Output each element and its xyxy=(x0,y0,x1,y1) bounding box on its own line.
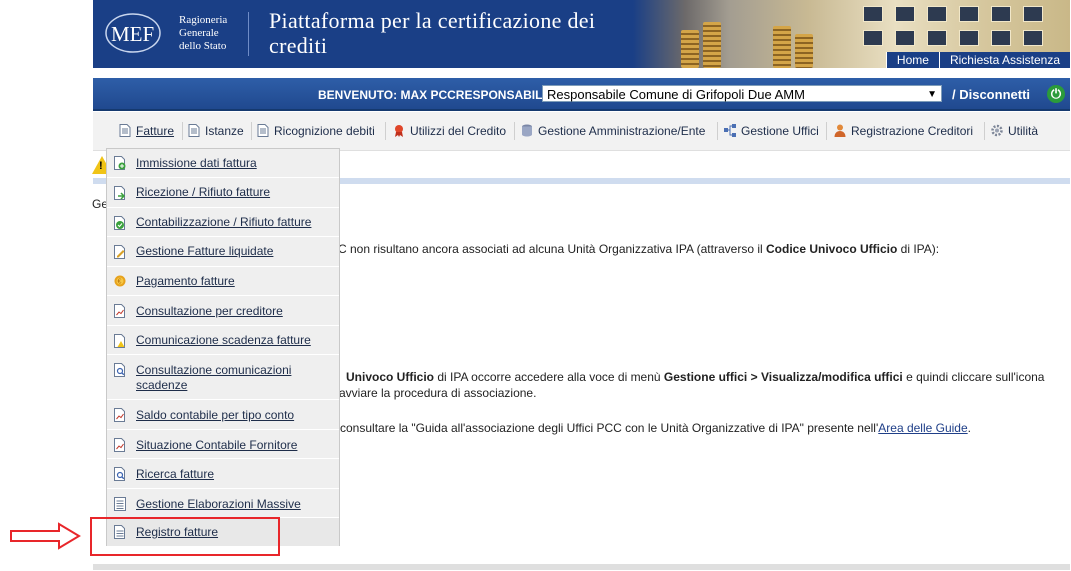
dropdown-item-consultazione-creditore[interactable]: Consultazione per creditore xyxy=(107,296,339,326)
dropdown-item-label: Saldo contabile per tipo conto xyxy=(136,408,295,422)
menu-label: Gestione Uffici xyxy=(741,124,819,138)
database-icon xyxy=(522,124,532,137)
platform-title: Piattaforma per la certificazione dei cr… xyxy=(269,8,596,58)
receive-document-icon xyxy=(114,186,126,200)
menu-utilita[interactable]: Utilità xyxy=(991,123,1038,139)
dropdown-item-label: Ricezione / Rifiuto fatture xyxy=(136,185,271,199)
search-document-icon xyxy=(114,363,125,377)
dropdown-item-comunicazione-scadenza[interactable]: Comunicazione scadenza fatture xyxy=(107,326,339,355)
menu-label: Fatture xyxy=(136,124,175,138)
content-line-4: consultare la "Guida all'associazione de… xyxy=(340,421,971,435)
menu-label: Gestione Amministrazione/Ente xyxy=(538,124,706,138)
menu-fatture[interactable]: Fatture xyxy=(119,123,174,139)
menu-label: Utilità xyxy=(1008,124,1039,138)
gear-icon xyxy=(991,124,1003,137)
document-icon xyxy=(119,124,131,137)
user-icon xyxy=(834,124,846,137)
menu-gestione-uffici[interactable]: Gestione Uffici xyxy=(724,123,819,139)
add-document-icon xyxy=(114,156,126,170)
chevron-down-icon: ▼ xyxy=(927,89,937,100)
top-nav: Home Richiesta Assistenza xyxy=(885,52,1070,68)
header-banner: MEF Ragioneria Generale dello Stato Piat… xyxy=(93,0,1070,68)
content-line-2: Univoco Ufficio di IPA occorre accedere … xyxy=(346,370,1045,384)
search-document-icon xyxy=(114,467,125,481)
menu-istanze[interactable]: Istanze xyxy=(188,123,244,139)
coin-icon: € xyxy=(114,275,126,287)
dropdown-item-situazione-contabile[interactable]: Situazione Contabile Fornitore xyxy=(107,430,339,459)
dropdown-item-saldo-contabile[interactable]: Saldo contabile per tipo conto xyxy=(107,400,339,430)
menu-registrazione-creditori[interactable]: Registrazione Creditori xyxy=(834,123,973,139)
role-select[interactable]: Responsabile Comune di Grifopoli Due AMM… xyxy=(542,85,942,102)
dropdown-item-consultazione-comunicazioni[interactable]: Consultazione comunicazioni scadenze xyxy=(107,355,339,400)
content-bottom-band xyxy=(93,564,1070,570)
check-document-icon xyxy=(114,216,125,230)
dropdown-item-ricezione[interactable]: Ricezione / Rifiuto fatture xyxy=(107,178,339,208)
ribbon-icon xyxy=(395,125,403,137)
dropdown-item-label: Immissione dati fattura xyxy=(136,156,257,170)
list-document-icon xyxy=(114,497,126,511)
role-select-value: Responsabile Comune di Grifopoli Due AMM xyxy=(547,87,805,102)
edit-document-icon xyxy=(114,245,125,259)
area-guide-link[interactable]: Area delle Guide xyxy=(878,421,967,435)
dropdown-item-ricerca-fatture[interactable]: Ricerca fatture xyxy=(107,459,339,489)
dropdown-item-pagamento[interactable]: € Pagamento fatture xyxy=(107,267,339,296)
welcome-bar: BENVENUTO: MAX PCCRESPONSABILE Responsab… xyxy=(93,78,1070,111)
logout-link[interactable]: / Disconnetti xyxy=(952,87,1030,102)
chart-document-icon xyxy=(114,304,125,318)
alert-document-icon xyxy=(114,334,125,348)
assistance-link[interactable]: Richiesta Assistenza xyxy=(938,52,1070,68)
menu-label: Istanze xyxy=(205,124,244,138)
document-icon xyxy=(257,124,269,137)
dropdown-item-label: Contabilizzazione / Rifiuto fatture xyxy=(136,215,312,229)
dropdown-item-contabilizzazione[interactable]: Contabilizzazione / Rifiuto fatture xyxy=(107,208,339,237)
dropdown-item-label: Consultazione comunicazioni scadenze xyxy=(136,363,292,392)
menu-gestione-amministrazione[interactable]: Gestione Amministrazione/Ente xyxy=(521,123,705,139)
content-line-3: avviare la procedura di associazione. xyxy=(339,386,537,400)
dropdown-item-label: Comunicazione scadenza fatture xyxy=(136,333,311,347)
highlight-box xyxy=(90,517,280,556)
logo-text: MEF xyxy=(111,22,154,46)
svg-text:€: € xyxy=(118,279,122,286)
chart-document-icon xyxy=(114,438,125,452)
fatture-dropdown: Immissione dati fattura Ricezione / Rifi… xyxy=(106,148,340,546)
dropdown-item-label: Gestione Elaborazioni Massive xyxy=(136,497,301,511)
dropdown-item-label: Situazione Contabile Fornitore xyxy=(136,438,298,452)
dropdown-item-elaborazioni-massive[interactable]: Gestione Elaborazioni Massive xyxy=(107,489,339,518)
arrow-right-icon xyxy=(10,522,81,550)
org-name: Ragioneria Generale dello Stato xyxy=(179,14,228,52)
menu-label: Utilizzi del Credito xyxy=(410,124,507,138)
content-line-1: C non risultano ancora associati ad alcu… xyxy=(338,242,940,256)
power-icon[interactable]: ⏻ xyxy=(1047,85,1065,103)
dropdown-item-label: Ricerca fatture xyxy=(136,467,215,481)
dropdown-item-immissione[interactable]: Immissione dati fattura xyxy=(107,149,339,178)
home-link[interactable]: Home xyxy=(885,52,939,68)
welcome-label: BENVENUTO: MAX PCCRESPONSABILE xyxy=(318,88,551,102)
menu-label: Ricognizione debiti xyxy=(274,124,375,138)
network-icon xyxy=(724,124,736,137)
dropdown-item-label: Gestione Fatture liquidate xyxy=(136,244,274,258)
main-menu: Fatture Istanze Ricognizione debiti Util… xyxy=(93,112,1070,151)
dropdown-item-label: Consultazione per creditore xyxy=(136,304,283,318)
header-divider xyxy=(248,12,249,56)
dropdown-item-label: Pagamento fatture xyxy=(136,274,235,288)
menu-ricognizione-debiti[interactable]: Ricognizione debiti xyxy=(257,123,375,139)
chart-document-icon xyxy=(114,408,125,422)
menu-utilizzi-credito[interactable]: Utilizzi del Credito xyxy=(393,123,506,139)
menu-label: Registrazione Creditori xyxy=(851,124,974,138)
dropdown-item-fatture-liquidate[interactable]: Gestione Fatture liquidate xyxy=(107,237,339,267)
document-icon xyxy=(188,124,200,137)
mef-logo: MEF xyxy=(105,13,161,53)
